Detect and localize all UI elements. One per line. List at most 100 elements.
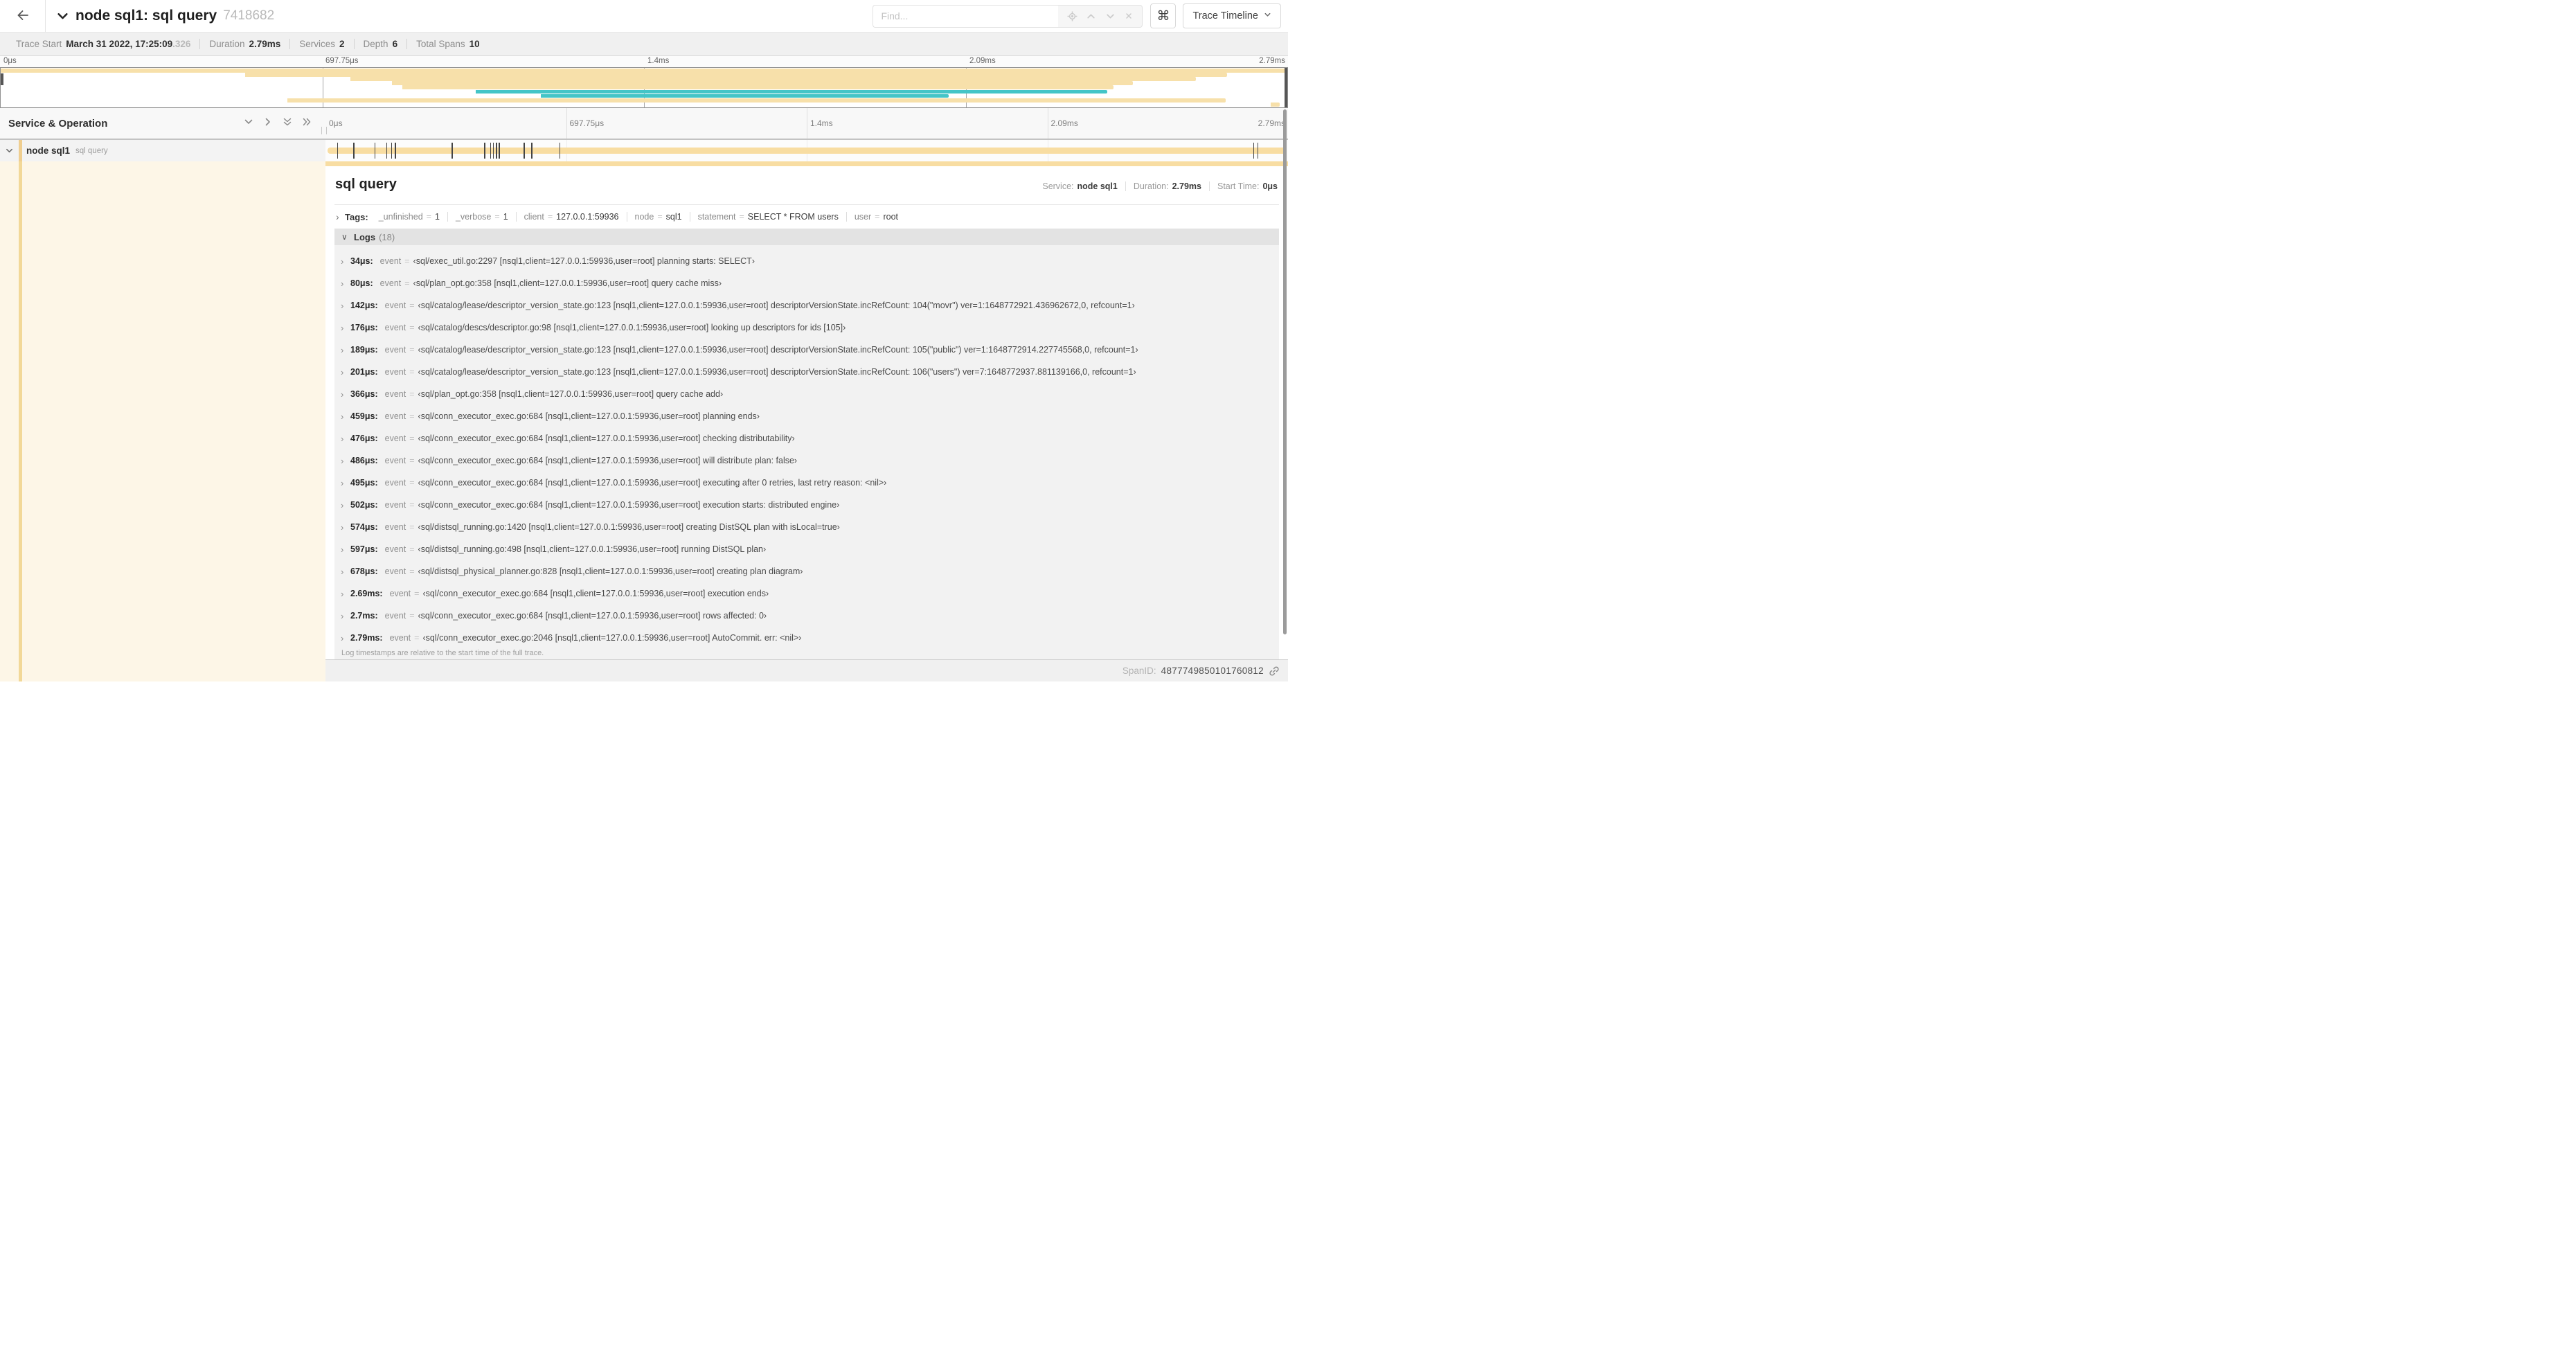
chevron-right-icon: ›	[341, 544, 344, 555]
log-row[interactable]: › 597μs: event = ‹sql/distsql_running.go:498…	[334, 538, 1279, 560]
log-row[interactable]: › 34μs: event = ‹sql/exec_util.go:2297 [nsql…	[334, 250, 1279, 272]
chevron-right-icon: ›	[341, 322, 344, 333]
log-marker-tick	[496, 143, 497, 159]
log-row[interactable]: › 495μs: event = ‹sql/conn_executor_exec.go:…	[334, 472, 1279, 494]
deep-link-icon[interactable]	[1269, 666, 1280, 677]
log-row[interactable]: › 80μs: event = ‹sql/plan_opt.go:358 [nsql1,…	[334, 272, 1279, 294]
detail-footer-strip: SpanID: 4877749850101760812	[325, 659, 1288, 682]
trace-stat: Total Spans 10	[406, 39, 489, 49]
span-detail-title: sql query	[335, 177, 397, 192]
log-row[interactable]: › 476μs: event = ‹sql/conn_executor_exec.go:…	[334, 427, 1279, 449]
service-operation-header: Service & Operation	[0, 108, 325, 139]
locate-icon[interactable]	[1067, 11, 1077, 21]
log-row[interactable]: › 678μs: event = ‹sql/distsql_physical_plann…	[334, 560, 1279, 582]
log-row[interactable]: › 574μs: event = ‹sql/distsql_running.go:142…	[334, 516, 1279, 538]
logs-list: › 34μs: event = ‹sql/exec_util.go:2297 [nsql…	[334, 245, 1279, 649]
collapse-all-double-chevron-down-icon[interactable]	[283, 117, 292, 130]
ruler-scale-label: 2.09ms	[1050, 118, 1078, 128]
log-row[interactable]: › 176μs: event = ‹sql/catalog/descs/descript…	[334, 317, 1279, 339]
top-bar: node sql1: sql query 7418682 ⌘	[0, 0, 1288, 33]
chevron-right-icon: ›	[341, 477, 344, 488]
next-result-chevron-down-icon[interactable]	[1105, 11, 1116, 21]
chevron-right-icon: ›	[336, 211, 339, 222]
keyboard-shortcuts-button[interactable]: ⌘	[1150, 3, 1177, 28]
span-operation-name: sql query	[75, 146, 108, 155]
page-title: node sql1: sql query	[75, 8, 217, 24]
logs-toggle-row[interactable]: ∨ Logs (18)	[334, 229, 1279, 245]
log-row[interactable]: › 459μs: event = ‹sql/conn_executor_exec.go:…	[334, 405, 1279, 427]
ruler-scale-label: 2.79ms	[1258, 118, 1285, 128]
span-row: node sql1 sql query	[0, 140, 1288, 161]
expand-all-double-chevron-right-icon[interactable]	[302, 117, 312, 130]
log-row[interactable]: › 2.7ms: event = ‹sql/conn_executor_exec.go:…	[334, 605, 1279, 627]
log-marker-tick	[386, 143, 388, 159]
chevron-right-icon: ›	[341, 566, 344, 577]
expand-one-chevron-right-icon[interactable]	[263, 117, 273, 130]
minimap-span-bar	[541, 93, 949, 98]
log-marker-tick	[524, 143, 525, 159]
log-row[interactable]: › 189μs: event = ‹sql/catalog/lease/descript…	[334, 339, 1279, 361]
back-arrow-icon	[16, 8, 30, 24]
minimap-span-bar	[245, 73, 1227, 77]
chevron-right-icon: ›	[341, 499, 344, 510]
chevron-right-icon: ›	[341, 411, 344, 422]
ruler-scale-label: 1.4ms	[810, 118, 833, 128]
span-detail-panel: sql query Service: node sql1 Duration: 2.7…	[325, 166, 1288, 659]
logs-count: (18)	[379, 231, 395, 242]
log-row[interactable]: › 201μs: event = ‹sql/catalog/lease/descript…	[334, 361, 1279, 383]
log-marker-tick	[374, 143, 376, 159]
span-collapse-chevron-down-icon[interactable]	[6, 147, 13, 154]
log-marker-tick	[492, 143, 494, 159]
span-indent-guide	[19, 161, 22, 682]
minimap-canvas[interactable]	[0, 67, 1288, 108]
tag-item: user = root	[846, 212, 906, 222]
log-marker-tick	[395, 143, 396, 159]
minimap-span-bar	[350, 77, 1197, 81]
log-marker-tick	[559, 143, 561, 159]
tags-toggle-row[interactable]: › Tags: _unfinished = 1 _verbose = 1 client = 12…	[334, 209, 1279, 224]
collapse-one-chevron-down-icon[interactable]	[244, 117, 253, 130]
span-row-name-cell[interactable]: node sql1 sql query	[0, 140, 325, 161]
span-color-accent	[19, 140, 22, 161]
find-input[interactable]	[873, 4, 1059, 28]
find-buttons	[1058, 4, 1143, 28]
detail-start-time-stat: Start Time: 0μs	[1209, 181, 1279, 191]
minimap-scale: 0μs 697.75μs 1.4ms 2.09ms 2.79ms	[0, 56, 1288, 67]
chevron-right-icon: ›	[341, 389, 344, 400]
view-selector-button[interactable]: Trace Timeline	[1183, 3, 1281, 28]
clear-search-x-icon[interactable]	[1124, 11, 1134, 21]
minimap-span-bar	[391, 81, 1134, 86]
span-row-timeline-cell[interactable]	[325, 140, 1288, 161]
log-marker-tick	[531, 143, 533, 159]
log-row[interactable]: › 502μs: event = ‹sql/conn_executor_exec.go:…	[334, 494, 1279, 516]
ruler-scale-label: 0μs	[329, 118, 343, 128]
trace-collapse-chevron-icon[interactable]	[57, 10, 69, 22]
log-row[interactable]: › 2.79ms: event = ‹sql/conn_executor_exec.go…	[334, 627, 1279, 649]
chevron-right-icon: ›	[341, 455, 344, 466]
chevron-right-icon: ›	[341, 278, 344, 289]
trace-stats-bar: Trace Start March 31 2022, 17:25:09.326 Du…	[0, 33, 1288, 56]
tag-item: client = 127.0.0.1:59936	[515, 212, 627, 222]
chevron-right-icon: ›	[341, 588, 344, 599]
prev-result-chevron-up-icon[interactable]	[1086, 11, 1096, 21]
log-row[interactable]: › 142μs: event = ‹sql/catalog/lease/descript…	[334, 294, 1279, 317]
minimap-span-bar	[287, 98, 1226, 103]
chevron-right-icon: ›	[341, 522, 344, 533]
span-children-gutter	[0, 161, 325, 682]
command-icon: ⌘	[1156, 8, 1170, 24]
trace-stat: Trace Start March 31 2022, 17:25:09.326	[16, 39, 191, 49]
trace-stat: Duration 2.79ms	[199, 39, 289, 49]
logs-footnote: Log timestamps are relative to the start…	[341, 649, 544, 657]
minimap-right-drag-handle[interactable]	[1285, 68, 1287, 107]
find-group	[873, 4, 1143, 28]
log-row[interactable]: › 2.69ms: event = ‹sql/conn_executor_exec.go…	[334, 582, 1279, 605]
back-button[interactable]	[0, 0, 46, 32]
minimap-left-drag-handle[interactable]	[1, 73, 3, 85]
log-marker-tick	[1257, 143, 1259, 159]
log-row[interactable]: › 366μs: event = ‹sql/plan_opt.go:358 [nsql1…	[334, 383, 1279, 405]
vertical-scrollbar[interactable]	[1283, 109, 1287, 634]
spanid-label: SpanID:	[1122, 666, 1156, 676]
log-row[interactable]: › 486μs: event = ‹sql/conn_executor_exec.go:…	[334, 449, 1279, 472]
timeline-ruler: 0μs 697.75μs 1.4ms 2.09ms 2.79ms	[325, 108, 1288, 139]
tag-item: node = sql1	[626, 212, 690, 222]
